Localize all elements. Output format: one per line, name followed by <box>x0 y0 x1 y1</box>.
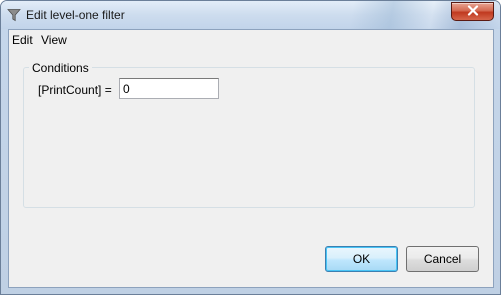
conditions-group-label: Conditions <box>29 61 92 75</box>
dialog-client-area: Edit View Conditions [PrintCount] = OK C… <box>8 29 494 288</box>
printcount-value-input[interactable] <box>119 78 219 99</box>
ok-button[interactable]: OK <box>325 246 398 272</box>
filter-funnel-icon <box>7 8 21 22</box>
printcount-condition-label: [PrintCount] = <box>38 83 112 97</box>
menu-view[interactable]: View <box>41 33 67 47</box>
cancel-button[interactable]: Cancel <box>406 246 479 272</box>
title-bar[interactable]: Edit level-one filter <box>1 1 500 29</box>
close-button[interactable] <box>451 2 494 21</box>
window-title: Edit level-one filter <box>26 8 125 22</box>
menu-bar: Edit View <box>9 30 493 50</box>
close-icon <box>467 4 479 19</box>
menu-edit[interactable]: Edit <box>12 33 33 47</box>
dialog-window: Edit level-one filter Edit View Conditio… <box>0 0 501 295</box>
